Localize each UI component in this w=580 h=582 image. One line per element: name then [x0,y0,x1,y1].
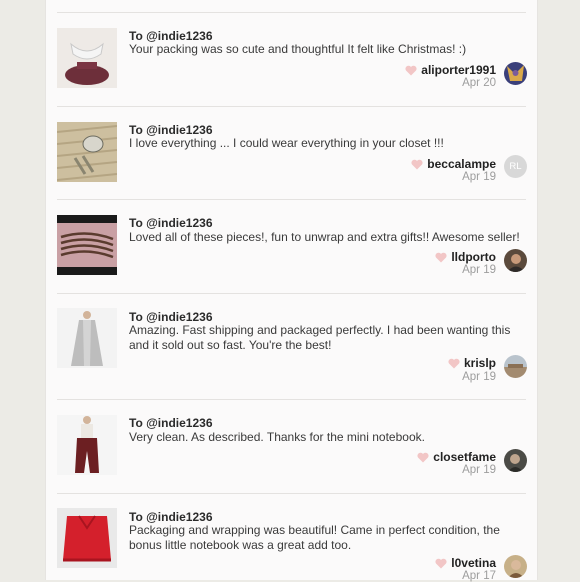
review-message: I love everything ... I could wear every… [129,136,444,150]
listing-thumbnail[interactable] [57,308,117,368]
username: closetfame [433,450,496,464]
review-author[interactable]: l0vetina [435,556,496,570]
heart-icon [448,358,460,368]
review-author[interactable]: aliporter1991 [405,63,496,77]
review-message: Your packing was so cute and thoughtful … [129,42,467,56]
review-date: Apr 20 [462,77,496,89]
divider [57,399,526,400]
divider [57,493,526,494]
review-message: Loved all of these pieces!, fun to unwra… [129,230,520,244]
heart-icon [417,452,429,462]
recipient-label: To @indie1236 [129,29,213,43]
avatar[interactable] [504,355,527,378]
recipient-label: To @indie1236 [129,216,213,230]
avatar[interactable] [504,555,527,578]
listing-thumbnail[interactable] [57,415,117,475]
review-message: Amazing. Fast shipping and packaged perf… [129,323,511,352]
username: beccalampe [427,157,496,171]
divider [57,12,526,13]
listing-thumbnail[interactable] [57,508,117,568]
review-author[interactable]: lldporto [435,250,496,264]
review-date: Apr 17 [462,570,496,582]
avatar[interactable] [504,62,527,85]
review-author[interactable]: krislp [448,356,496,370]
review-date: Apr 19 [462,464,496,476]
recipient-label: To @indie1236 [129,123,213,137]
username: lldporto [451,250,496,264]
heart-icon [435,558,447,568]
heart-icon [411,159,423,169]
review-date: Apr 19 [462,264,496,276]
review-author[interactable]: closetfame [417,450,496,464]
love-notes-panel: To @indie1236 Your packing was so cute a… [45,0,538,582]
review-date: Apr 19 [462,171,496,183]
avatar[interactable] [504,249,527,272]
username: aliporter1991 [421,63,496,77]
listing-thumbnail[interactable] [57,215,117,275]
username: l0vetina [451,556,496,570]
review-author[interactable]: beccalampe [411,157,496,171]
recipient-label: To @indie1236 [129,510,213,524]
heart-icon [435,252,447,262]
divider [57,106,526,107]
review-date: Apr 19 [462,371,496,383]
divider [57,199,526,200]
avatar[interactable]: RL [504,155,527,178]
listing-thumbnail[interactable] [57,28,117,88]
avatar[interactable] [504,449,527,472]
listing-thumbnail[interactable] [57,122,117,182]
heart-icon [405,65,417,75]
divider [57,293,526,294]
recipient-label: To @indie1236 [129,310,213,324]
username: krislp [463,356,496,370]
recipient-label: To @indie1236 [129,416,213,430]
review-message: Very clean. As described. Thanks for the… [129,430,425,444]
review-message: Packaging and wrapping was beautiful! Ca… [129,523,500,552]
